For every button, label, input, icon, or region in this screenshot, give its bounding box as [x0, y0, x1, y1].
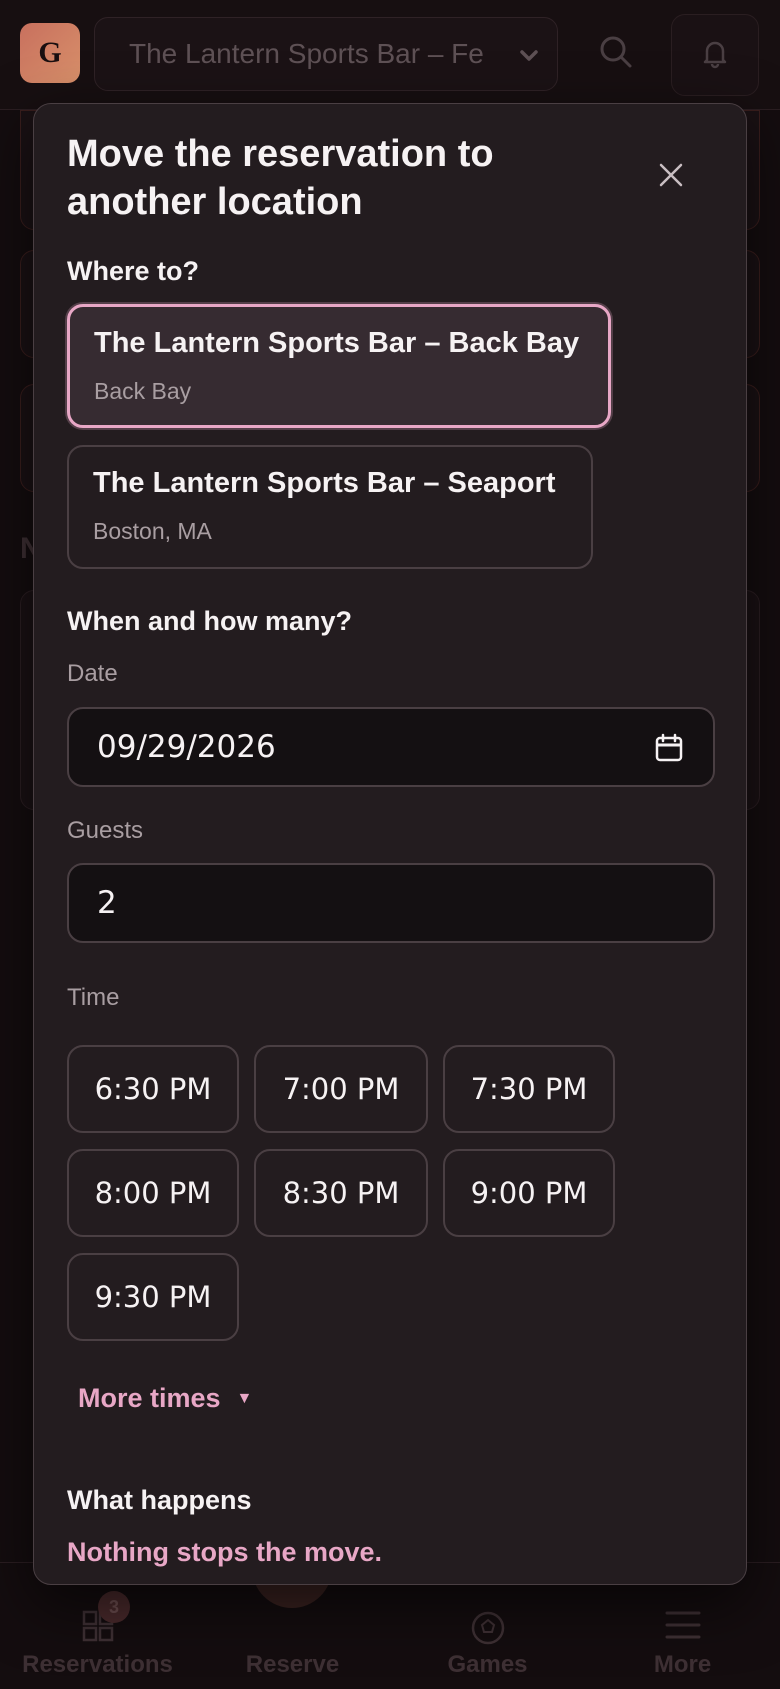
venue-select-value: The Lantern Sports Bar – Fe — [129, 38, 484, 69]
ball-icon — [469, 1609, 507, 1654]
time-slot-button[interactable]: 7:00 PM — [254, 1045, 428, 1133]
close-icon — [658, 162, 684, 193]
top-bar: G The Lantern Sports Bar – Fe — [0, 0, 780, 110]
location-name: The Lantern Sports Bar – Back Bay — [94, 327, 580, 359]
time-slot-button[interactable]: 8:30 PM — [254, 1149, 428, 1237]
date-label: Date — [67, 660, 118, 687]
bell-icon — [698, 36, 732, 75]
nav-more-label: More — [653, 1651, 712, 1678]
search-icon[interactable] — [596, 32, 636, 77]
location-subtitle: Boston, MA — [93, 518, 212, 544]
app-logo[interactable]: G — [20, 23, 80, 83]
location-subtitle: Back Bay — [94, 378, 192, 404]
reservations-badge: 3 — [98, 1591, 130, 1623]
location-name: The Lantern Sports Bar – Seaport — [93, 467, 556, 499]
location-option-back-bay[interactable]: The Lantern Sports Bar – Back Bay Back B… — [67, 304, 611, 428]
nav-games-label: Games — [447, 1651, 528, 1678]
guests-label: Guests — [67, 817, 144, 844]
close-button[interactable] — [648, 154, 694, 200]
move-reservation-dialog: Move the reservation to another location… — [33, 103, 747, 1585]
caret-down-icon: ▼ — [236, 1389, 253, 1407]
nav-reservations-label: Reservations — [22, 1651, 173, 1678]
date-value: 09/29/2026 — [97, 729, 276, 765]
time-slot-button[interactable]: 6:30 PM — [67, 1045, 239, 1133]
time-slot-button[interactable]: 9:30 PM — [67, 1253, 239, 1341]
menu-icon — [665, 1609, 701, 1648]
location-option-seaport[interactable]: The Lantern Sports Bar – Seaport Boston,… — [67, 445, 593, 569]
calendar-icon[interactable] — [655, 733, 683, 771]
more-times-label: More times — [78, 1383, 221, 1413]
dialog-title: Move the reservation to another location — [67, 133, 494, 223]
more-times-button[interactable]: More times ▼ — [78, 1383, 252, 1414]
venue-select[interactable]: The Lantern Sports Bar – Fe — [94, 17, 558, 91]
where-to-title: Where to? — [67, 256, 199, 286]
nav-reserve-label: Reserve — [245, 1651, 340, 1678]
date-input[interactable]: 09/29/2026 — [67, 707, 715, 787]
time-slot-button[interactable]: 9:00 PM — [443, 1149, 615, 1237]
what-happens-title: What happens — [67, 1485, 252, 1515]
when-title: When and how many? — [67, 606, 353, 636]
time-slot-button[interactable]: 8:00 PM — [67, 1149, 239, 1237]
guests-input[interactable]: 2 — [67, 863, 715, 943]
chevron-down-icon — [517, 42, 541, 74]
time-slot-button[interactable]: 7:30 PM — [443, 1045, 615, 1133]
time-label: Time — [67, 984, 120, 1011]
what-happens-text: Nothing stops the move. — [67, 1537, 383, 1567]
guests-value: 2 — [97, 885, 117, 921]
notifications-button[interactable] — [671, 14, 759, 96]
